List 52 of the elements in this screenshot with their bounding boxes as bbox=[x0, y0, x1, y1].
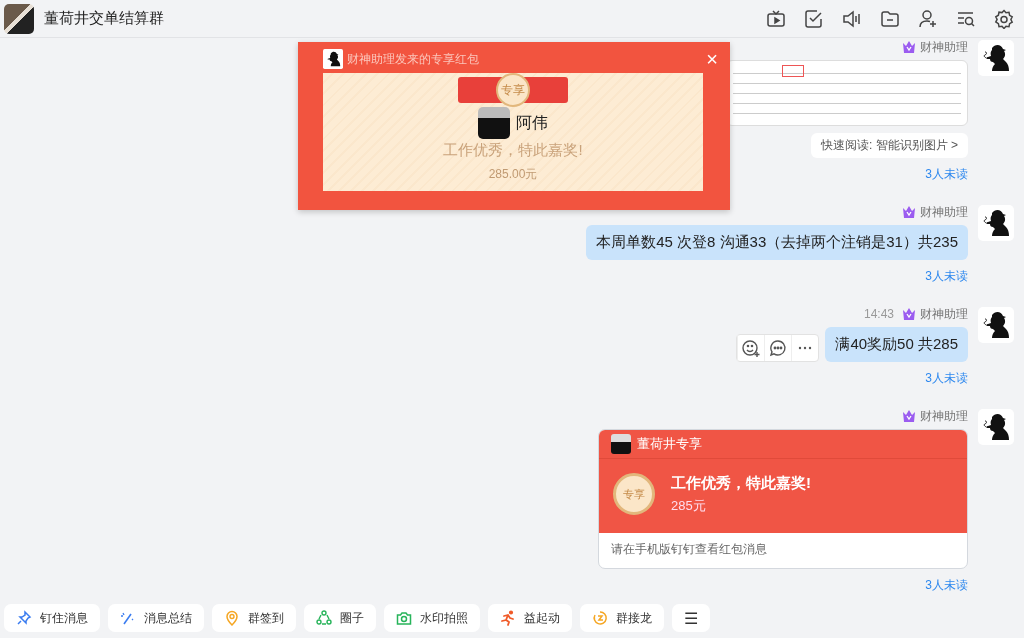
toolbar-button[interactable]: 群接龙 bbox=[580, 604, 664, 632]
recipient-name: 阿伟 bbox=[516, 112, 548, 133]
sender-name: 财神助理 bbox=[920, 407, 968, 425]
award-amount: 285.00元 bbox=[488, 166, 538, 183]
message-time: 14:43 bbox=[863, 307, 894, 321]
card-footer-text: 请在手机版钉钉查看红包消息 bbox=[610, 541, 768, 558]
avatar-silhouette-icon[interactable] bbox=[978, 409, 1014, 445]
toolbar-button[interactable]: ☰ bbox=[672, 604, 711, 632]
checkbox-icon[interactable] bbox=[804, 8, 824, 29]
award-message: 工作优秀，特此嘉奖! bbox=[443, 141, 583, 160]
dragon-icon bbox=[592, 610, 608, 626]
toolbar-button[interactable]: 益起动 bbox=[488, 604, 572, 632]
sender-name: 财神助理 bbox=[920, 305, 968, 323]
toolbar-button[interactable]: 钉住消息 bbox=[4, 604, 100, 632]
settings-icon[interactable] bbox=[994, 8, 1014, 29]
runner-icon bbox=[500, 610, 516, 626]
crown-badge-icon bbox=[902, 409, 916, 423]
crown-badge-icon bbox=[902, 40, 916, 54]
speaker-icon[interactable] bbox=[842, 8, 862, 29]
reward-card[interactable]: 董荷井专享 专享 工作优秀，特此嘉奖! 285元 请在手机版钉钉查看红包消息 bbox=[598, 429, 968, 569]
quick-read-button[interactable]: 快速阅读: 智能识别图片 > bbox=[811, 133, 968, 158]
pin-icon bbox=[16, 610, 32, 626]
toolbar-button[interactable]: 水印拍照 bbox=[384, 604, 480, 632]
popup-title: 财神助理发来的专享红包 bbox=[347, 50, 479, 68]
message-bubble: 满40奖励50 共285 bbox=[825, 327, 968, 362]
group-title: 董荷井交单结算群 bbox=[44, 9, 164, 28]
add-member-icon[interactable] bbox=[918, 8, 938, 29]
avatar-silhouette-icon[interactable] bbox=[978, 40, 1014, 76]
toolbar-button[interactable]: 群签到 bbox=[212, 604, 296, 632]
toolbar-button[interactable]: 消息总结 bbox=[108, 604, 204, 632]
photo-placeholder bbox=[478, 107, 510, 139]
avatar-silhouette-icon[interactable] bbox=[978, 307, 1014, 343]
avatar-silhouette-icon bbox=[323, 49, 343, 69]
avatar-silhouette-icon[interactable] bbox=[978, 205, 1014, 241]
sender-name: 财神助理 bbox=[920, 38, 968, 56]
crown-badge-icon bbox=[902, 205, 916, 219]
wand-icon bbox=[120, 610, 136, 626]
card-title: 董荷井专享 bbox=[637, 435, 702, 453]
camera-icon bbox=[396, 610, 412, 626]
photo-placeholder bbox=[611, 434, 631, 454]
crown-badge-icon bbox=[902, 307, 916, 321]
group-avatar-photo bbox=[4, 3, 34, 34]
card-headline: 工作优秀，特此嘉奖! bbox=[671, 473, 811, 493]
message-bubble: 本周单数45 次登8 沟通33（去掉两个注销是31）共235 bbox=[586, 225, 968, 260]
seal-badge: 专享 bbox=[613, 473, 655, 515]
sender-name: 财神助理 bbox=[920, 203, 968, 221]
folder-icon[interactable] bbox=[880, 8, 900, 29]
toolbar-button[interactable]: 圈子 bbox=[304, 604, 376, 632]
circle-nodes-icon bbox=[316, 610, 332, 626]
tv-icon[interactable] bbox=[766, 8, 786, 29]
location-icon bbox=[224, 610, 240, 626]
card-amount: 285元 bbox=[671, 496, 707, 515]
